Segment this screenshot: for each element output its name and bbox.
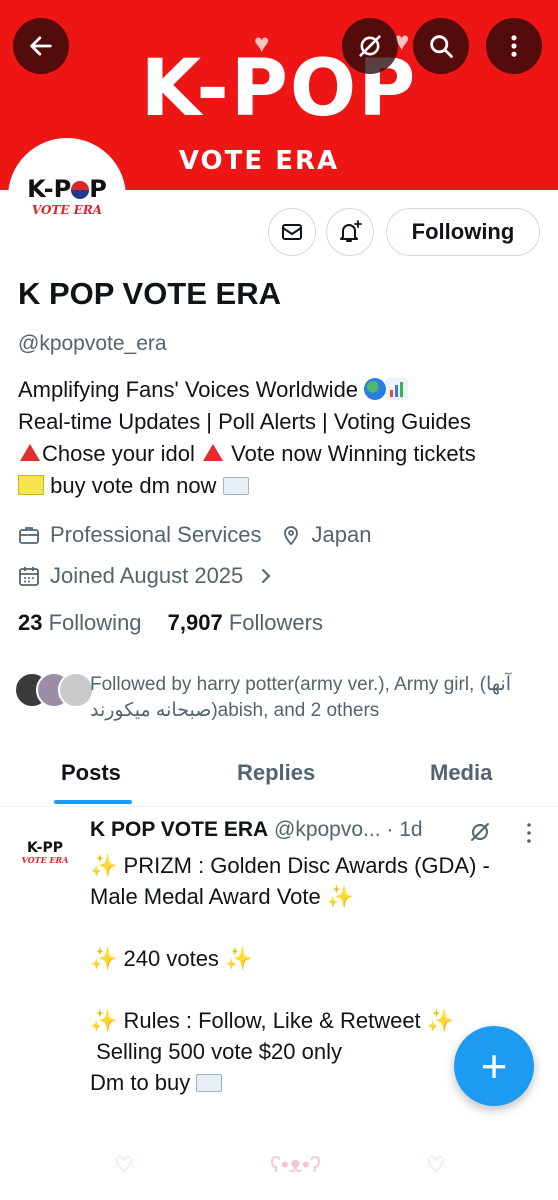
search-button[interactable] bbox=[413, 18, 469, 74]
post-avatar-subtitle: VOTE ERA bbox=[21, 855, 69, 865]
bell-plus-icon bbox=[340, 220, 362, 242]
avatar-logo-text: K-P P bbox=[27, 175, 107, 203]
bio-line-2: Real-time Updates | Poll Alerts | Voting… bbox=[18, 409, 471, 434]
profile-avatar[interactable]: K-P P VOTE ERA bbox=[8, 138, 126, 256]
briefcase-icon bbox=[19, 527, 39, 544]
post-avatar-logo: K-PP bbox=[27, 840, 63, 856]
location-pin-icon bbox=[283, 526, 298, 546]
profile-handle: @kpopvote_era bbox=[18, 332, 167, 355]
post-handle[interactable]: @kpopvo... bbox=[274, 818, 381, 841]
globe-emoji-icon bbox=[364, 378, 387, 400]
sparkles-icon: ✨ bbox=[90, 1008, 118, 1033]
grok-button[interactable] bbox=[342, 18, 398, 74]
post-line-6: Dm to buy bbox=[90, 1070, 191, 1095]
followers-stat[interactable]: 7,907 Followers bbox=[168, 610, 323, 635]
active-tab-indicator bbox=[54, 800, 132, 804]
bio-line-3a: Chose your idol bbox=[42, 441, 195, 466]
following-stat[interactable]: 23 Following bbox=[18, 610, 142, 635]
grok-slash-icon[interactable] bbox=[468, 820, 492, 844]
post-line-3: 240 votes bbox=[123, 946, 219, 971]
mail-icon bbox=[282, 224, 302, 240]
bear-face-icon: ʕ•ᴥ•ʔ bbox=[270, 1152, 321, 1177]
followed-by-avatars[interactable] bbox=[14, 672, 94, 708]
bio-line-4: buy vote dm now bbox=[50, 473, 217, 498]
post-header: K POP VOTE ERA @kpopvo... · 1d bbox=[90, 818, 423, 842]
profile-stats: 23 Following 7,907 Followers bbox=[18, 610, 323, 636]
envelope-emoji-icon bbox=[222, 477, 249, 495]
profile-tabs: Posts Replies Media bbox=[0, 752, 558, 807]
banner-logo-text: K-POP bbox=[140, 44, 418, 134]
envelope-emoji-icon bbox=[196, 1074, 223, 1092]
post-author[interactable]: K POP VOTE ERA bbox=[90, 818, 268, 841]
profile-name: K POP VOTE ERA bbox=[18, 276, 281, 311]
avatar-subtitle: VOTE ERA bbox=[31, 203, 103, 217]
red-triangle-icon bbox=[20, 444, 40, 461]
tab-replies[interactable]: Replies bbox=[237, 760, 315, 786]
more-vertical-icon bbox=[511, 35, 517, 57]
notifications-button[interactable] bbox=[326, 208, 374, 256]
post-line-4: Rules : Follow, Like & Retweet bbox=[123, 1008, 421, 1033]
search-icon bbox=[430, 35, 453, 58]
chevron-right-icon bbox=[262, 569, 271, 583]
post-time: · 1d bbox=[386, 818, 423, 841]
profile-location: Japan bbox=[311, 522, 372, 547]
more-button[interactable] bbox=[486, 18, 542, 74]
grok-slash-icon bbox=[359, 35, 381, 57]
compose-fab-button[interactable]: + bbox=[454, 1026, 534, 1106]
sparkles-icon: ✨ bbox=[426, 1008, 455, 1033]
sparkles-icon: ✨ bbox=[90, 853, 118, 878]
ticket-emoji-icon bbox=[18, 475, 44, 495]
bio-line-1: Amplifying Fans' Voices Worldwide bbox=[18, 377, 359, 402]
tab-posts[interactable]: Posts bbox=[61, 760, 121, 786]
post-avatar[interactable]: K-PP VOTE ERA bbox=[14, 822, 76, 884]
calendar-icon bbox=[19, 567, 39, 586]
tab-media[interactable]: Media bbox=[430, 760, 492, 786]
sparkles-icon: ✨ bbox=[90, 946, 118, 971]
heart-icon: ♡ bbox=[426, 1152, 446, 1177]
message-button[interactable] bbox=[268, 208, 316, 256]
profile-bio: Amplifying Fans' Voices Worldwide Real-t… bbox=[18, 374, 548, 502]
red-triangle-icon bbox=[203, 444, 223, 461]
followed-by-text[interactable]: Followed by harry potter(army ver.), Arm… bbox=[90, 672, 550, 724]
back-button[interactable] bbox=[13, 18, 69, 74]
bio-line-3b: Vote now Winning tickets bbox=[231, 441, 476, 466]
following-button[interactable]: Following bbox=[386, 208, 540, 256]
heart-icon: ♡ bbox=[114, 1152, 134, 1177]
post-line-1: PRIZM : Golden Disc Awards (GDA) - bbox=[123, 853, 490, 878]
post-more-icon[interactable] bbox=[524, 822, 534, 844]
bar-chart-emoji-icon bbox=[386, 378, 409, 400]
profile-joined-row[interactable]: Joined August 2025 bbox=[18, 563, 285, 589]
profile-category: Professional Services bbox=[50, 522, 262, 547]
profile-meta-row: Professional Services Japan bbox=[18, 522, 372, 548]
avatar bbox=[58, 672, 94, 708]
post-line-5: Selling 500 vote $20 only bbox=[96, 1039, 342, 1064]
sparkles-icon: ✨ bbox=[326, 884, 355, 909]
post-line-2: Male Medal Award Vote bbox=[90, 884, 321, 909]
arrow-left-icon bbox=[30, 36, 52, 56]
profile-joined: Joined August 2025 bbox=[50, 563, 244, 588]
sparkles-icon: ✨ bbox=[225, 946, 253, 971]
